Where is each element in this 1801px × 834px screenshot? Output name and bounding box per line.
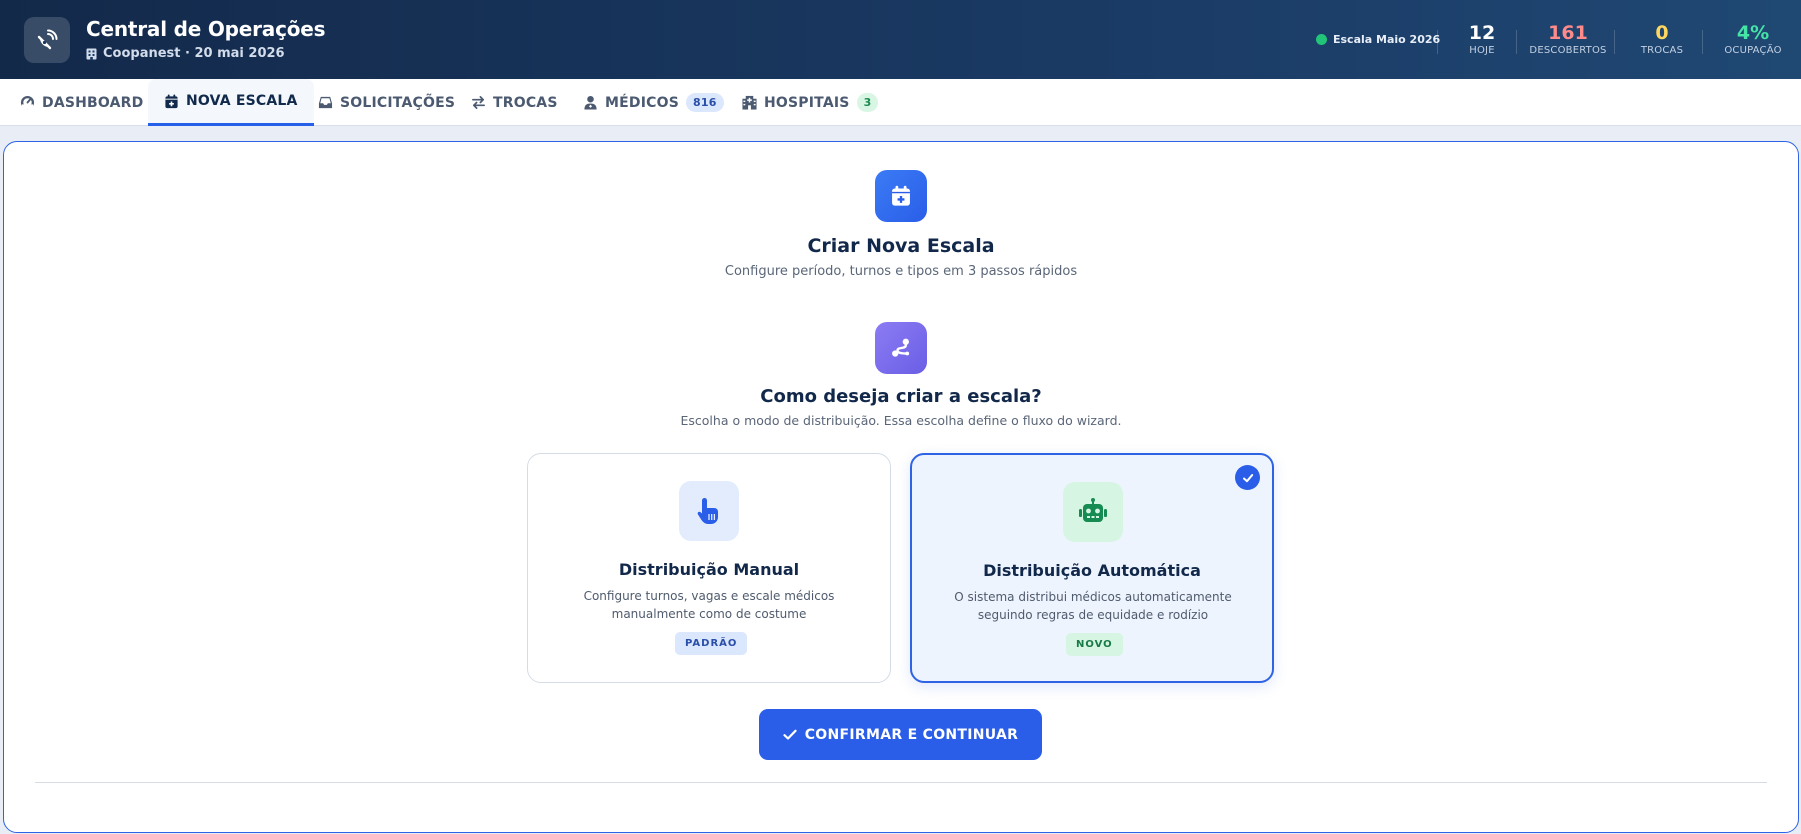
tab-label: MÉDICOS [605,94,679,111]
tab-label: TROCAS [493,94,558,111]
card-icon-wrap [679,481,739,541]
app-header: Central de Operações Coopanest · 20 mai … [0,0,1801,79]
card-tag-padrao: PADRÃO [675,632,748,655]
tab-label: NOVA ESCALA [186,93,298,109]
stat-label: TROCAS [1640,45,1684,56]
schedule-status: Escala Maio 2026 [1316,33,1440,46]
stat-value: 12 [1468,22,1496,44]
medicos-count-badge: 816 [685,93,724,112]
selected-check-icon [1235,465,1260,490]
pointer-hand-icon [697,498,718,524]
app-title: Central de Operações [86,17,326,41]
app-subtitle: Coopanest · 20 mai 2026 [86,46,285,61]
swap-icon [472,96,485,109]
card-title: Distribuição Automática [983,561,1201,580]
wizard-subtitle: Configure período, turnos e tipos em 3 p… [724,264,1078,279]
tab-nova-escala[interactable]: NOVA ESCALA [148,79,314,126]
subtitle-text: Coopanest · 20 mai 2026 [103,46,285,61]
confirm-continue-button[interactable]: CONFIRMAR E CONTINUAR [759,709,1042,760]
check-icon [783,729,797,740]
hospitais-count-badge: 3 [856,93,879,112]
building-icon [86,48,97,60]
status-dot-icon [1316,34,1327,45]
card-description: Configure turnos, vagas e escale médicos… [583,589,835,621]
hospital-icon [742,95,757,110]
stat-ocupacao: 4% OCUPAÇÃO [1718,22,1788,56]
card-icon-wrap [1063,482,1123,542]
tab-solicitacoes[interactable]: SOLICITAÇÕES [318,79,455,126]
confirm-label: CONFIRMAR E CONTINUAR [804,726,1019,743]
robot-icon [1079,498,1107,522]
stat-label: HOJE [1469,45,1495,56]
stat-separator [1437,30,1438,54]
tab-label: SOLICITAÇÕES [340,94,456,111]
wizard-title: Criar Nova Escala [807,235,995,257]
tab-trocas[interactable]: TROCAS [471,79,558,126]
route-icon [892,338,910,357]
doctor-icon [584,95,597,110]
tab-label: DASHBOARD [42,94,144,111]
wizard-header-icon [875,170,927,222]
tab-label: HOSPITAIS [764,94,850,111]
satellite-dish-icon [37,29,58,50]
tab-hospitais[interactable]: HOSPITAIS 3 [742,79,879,126]
card-description: O sistema distribui médicos automaticame… [954,590,1232,622]
stat-label: OCUPAÇÃO [1724,45,1782,56]
stat-descobertos: 161 DESCOBERTOS [1528,22,1608,56]
nav-tabs: DASHBOARD NOVA ESCALA SOLICITAÇÕES TROCA… [0,79,1801,126]
stat-label: DESCOBERTOS [1529,45,1607,56]
card-title: Distribuição Manual [618,560,800,579]
card-manual-distribution[interactable]: Distribuição Manual Configure turnos, va… [527,453,891,683]
mode-question-subtitle: Escolha o modo de distribuição. Essa esc… [680,413,1122,428]
panel-divider [35,782,1767,783]
tab-dashboard[interactable]: DASHBOARD [20,79,144,126]
status-text: Escala Maio 2026 [1333,33,1441,46]
stat-value: 4% [1736,22,1770,44]
tab-medicos[interactable]: MÉDICOS 816 [583,79,724,126]
mode-question: Como deseja criar a escala? [760,386,1042,407]
gauge-icon [20,95,35,110]
stat-value: 0 [1655,22,1669,44]
stat-value: 161 [1548,22,1588,44]
stat-separator [1614,30,1615,54]
stat-separator [1516,30,1517,54]
app-logo [24,17,70,63]
calendar-plus-icon [892,185,910,206]
route-step-icon [875,322,927,374]
stat-trocas: 0 TROCAS [1634,22,1690,56]
stat-hoje: 12 HOJE [1462,22,1502,56]
card-tag-novo: NOVO [1066,633,1123,656]
inbox-icon [318,96,333,109]
calendar-plus-icon [165,93,178,108]
stat-separator [1702,30,1703,54]
card-automatic-distribution[interactable]: Distribuição Automática O sistema distri… [910,453,1274,683]
